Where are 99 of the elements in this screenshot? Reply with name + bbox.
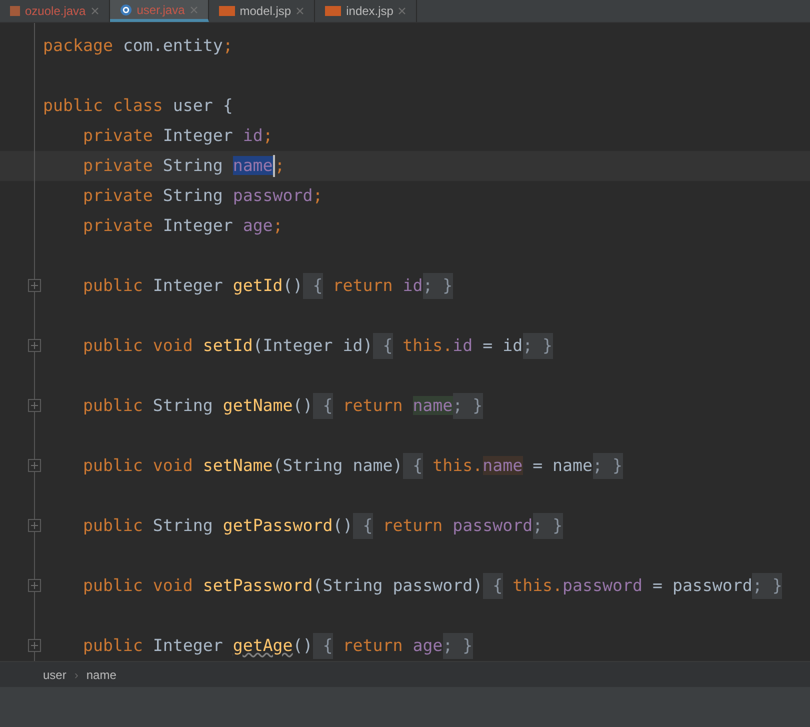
keyword: private: [82, 186, 154, 205]
code-text: Integer: [152, 276, 224, 295]
code-text: String: [162, 156, 224, 175]
keyword: this.: [402, 336, 453, 355]
class-icon: [120, 4, 132, 16]
field-name: id: [242, 126, 263, 145]
code-text: (String name): [272, 456, 403, 475]
code-text: com.entity: [122, 36, 223, 55]
keyword: ;: [262, 126, 273, 145]
keyword: public: [82, 636, 144, 655]
keyword: return: [342, 396, 404, 415]
code-text: (): [332, 516, 353, 535]
editor-tab[interactable]: index.jsp: [315, 0, 418, 22]
keyword: public class: [43, 96, 164, 115]
field-name: age: [242, 216, 273, 235]
jsp-file-icon: [218, 6, 235, 16]
code-text: user: [172, 96, 214, 115]
keyword: private: [82, 156, 154, 175]
text-cursor: [272, 155, 275, 177]
keyword: package: [43, 36, 114, 55]
expand-icon[interactable]: [28, 399, 41, 412]
field-name: password: [232, 186, 313, 205]
code-text: String: [162, 186, 224, 205]
folded-code: ; }: [532, 513, 563, 539]
folded-code: {: [302, 273, 323, 299]
keyword: return: [332, 276, 394, 295]
method-name: getName: [222, 396, 293, 415]
keyword: public void: [82, 336, 194, 355]
folded-code: ; }: [442, 633, 473, 659]
editor-tab[interactable]: model.jsp: [208, 0, 316, 22]
method-name: getAge: [232, 636, 293, 655]
java-file-icon: [10, 6, 20, 16]
method-name: setPassword: [202, 576, 313, 595]
close-icon[interactable]: [90, 7, 99, 15]
code-text: (String password): [312, 576, 483, 595]
method-name: getId: [232, 276, 283, 295]
code-text: = password: [651, 576, 752, 595]
expand-icon[interactable]: [28, 519, 41, 532]
expand-icon[interactable]: [28, 339, 41, 352]
keyword: public void: [82, 456, 194, 475]
keyword: ;: [274, 156, 285, 175]
field-name: age: [412, 636, 443, 655]
code-text: Integer: [152, 636, 224, 655]
expand-icon[interactable]: [28, 459, 41, 472]
code-text: String: [152, 396, 214, 415]
jsp-file-icon: [325, 6, 342, 16]
code-text: (Integer id): [252, 336, 373, 355]
code-text: (): [292, 636, 313, 655]
field-name: id: [452, 336, 473, 355]
keyword: return: [382, 516, 444, 535]
folded-code: {: [402, 453, 423, 479]
breadcrumb-item[interactable]: name: [86, 668, 116, 682]
keyword: private: [82, 126, 154, 145]
keyword: public: [82, 396, 144, 415]
field-name: password: [562, 576, 642, 595]
folded-code: {: [482, 573, 503, 599]
folded-code: ; }: [422, 273, 453, 299]
keyword: ;: [272, 216, 283, 235]
keyword: ;: [312, 186, 323, 205]
breadcrumb-item[interactable]: user: [43, 668, 66, 682]
keyword: return: [342, 636, 404, 655]
field-name: name: [482, 456, 523, 475]
keyword: this.: [432, 456, 483, 475]
close-icon[interactable]: [296, 7, 304, 15]
folded-code: {: [312, 633, 333, 659]
code-text: {: [222, 96, 233, 115]
code-text: = id: [482, 336, 523, 355]
folded-code: {: [352, 513, 373, 539]
expand-icon[interactable]: [28, 639, 41, 652]
code-text: Integer: [162, 126, 234, 145]
method-name: getPassword: [222, 516, 333, 535]
folded-code: {: [372, 333, 393, 359]
field-name: password: [452, 516, 533, 535]
code-text: (): [292, 396, 313, 415]
folded-code: ; }: [592, 453, 622, 479]
method-name: setId: [202, 336, 253, 355]
expand-icon[interactable]: [28, 279, 41, 292]
field-name: id: [402, 276, 423, 295]
folded-code: ; }: [452, 393, 483, 419]
method-name: setName: [202, 456, 273, 475]
keyword: public: [82, 516, 144, 535]
keyword: public: [82, 276, 144, 295]
folded-code: ; }: [752, 573, 782, 599]
keyword: this.: [512, 576, 563, 595]
code-text: String: [152, 516, 214, 535]
code-text: (): [282, 276, 303, 295]
selected-text: name: [232, 156, 275, 175]
keyword: ;: [222, 36, 233, 55]
keyword: public void: [82, 576, 194, 595]
folded-code: {: [312, 393, 333, 419]
close-icon[interactable]: [190, 6, 198, 14]
keyword: private: [82, 216, 154, 235]
code-text: = name: [532, 456, 593, 475]
close-icon[interactable]: [398, 7, 406, 15]
field-name: name: [412, 396, 453, 415]
expand-icon[interactable]: [28, 579, 41, 592]
folded-code: ; }: [522, 333, 553, 359]
code-text: Integer: [162, 216, 234, 235]
breadcrumb-separator: ›: [74, 668, 78, 682]
